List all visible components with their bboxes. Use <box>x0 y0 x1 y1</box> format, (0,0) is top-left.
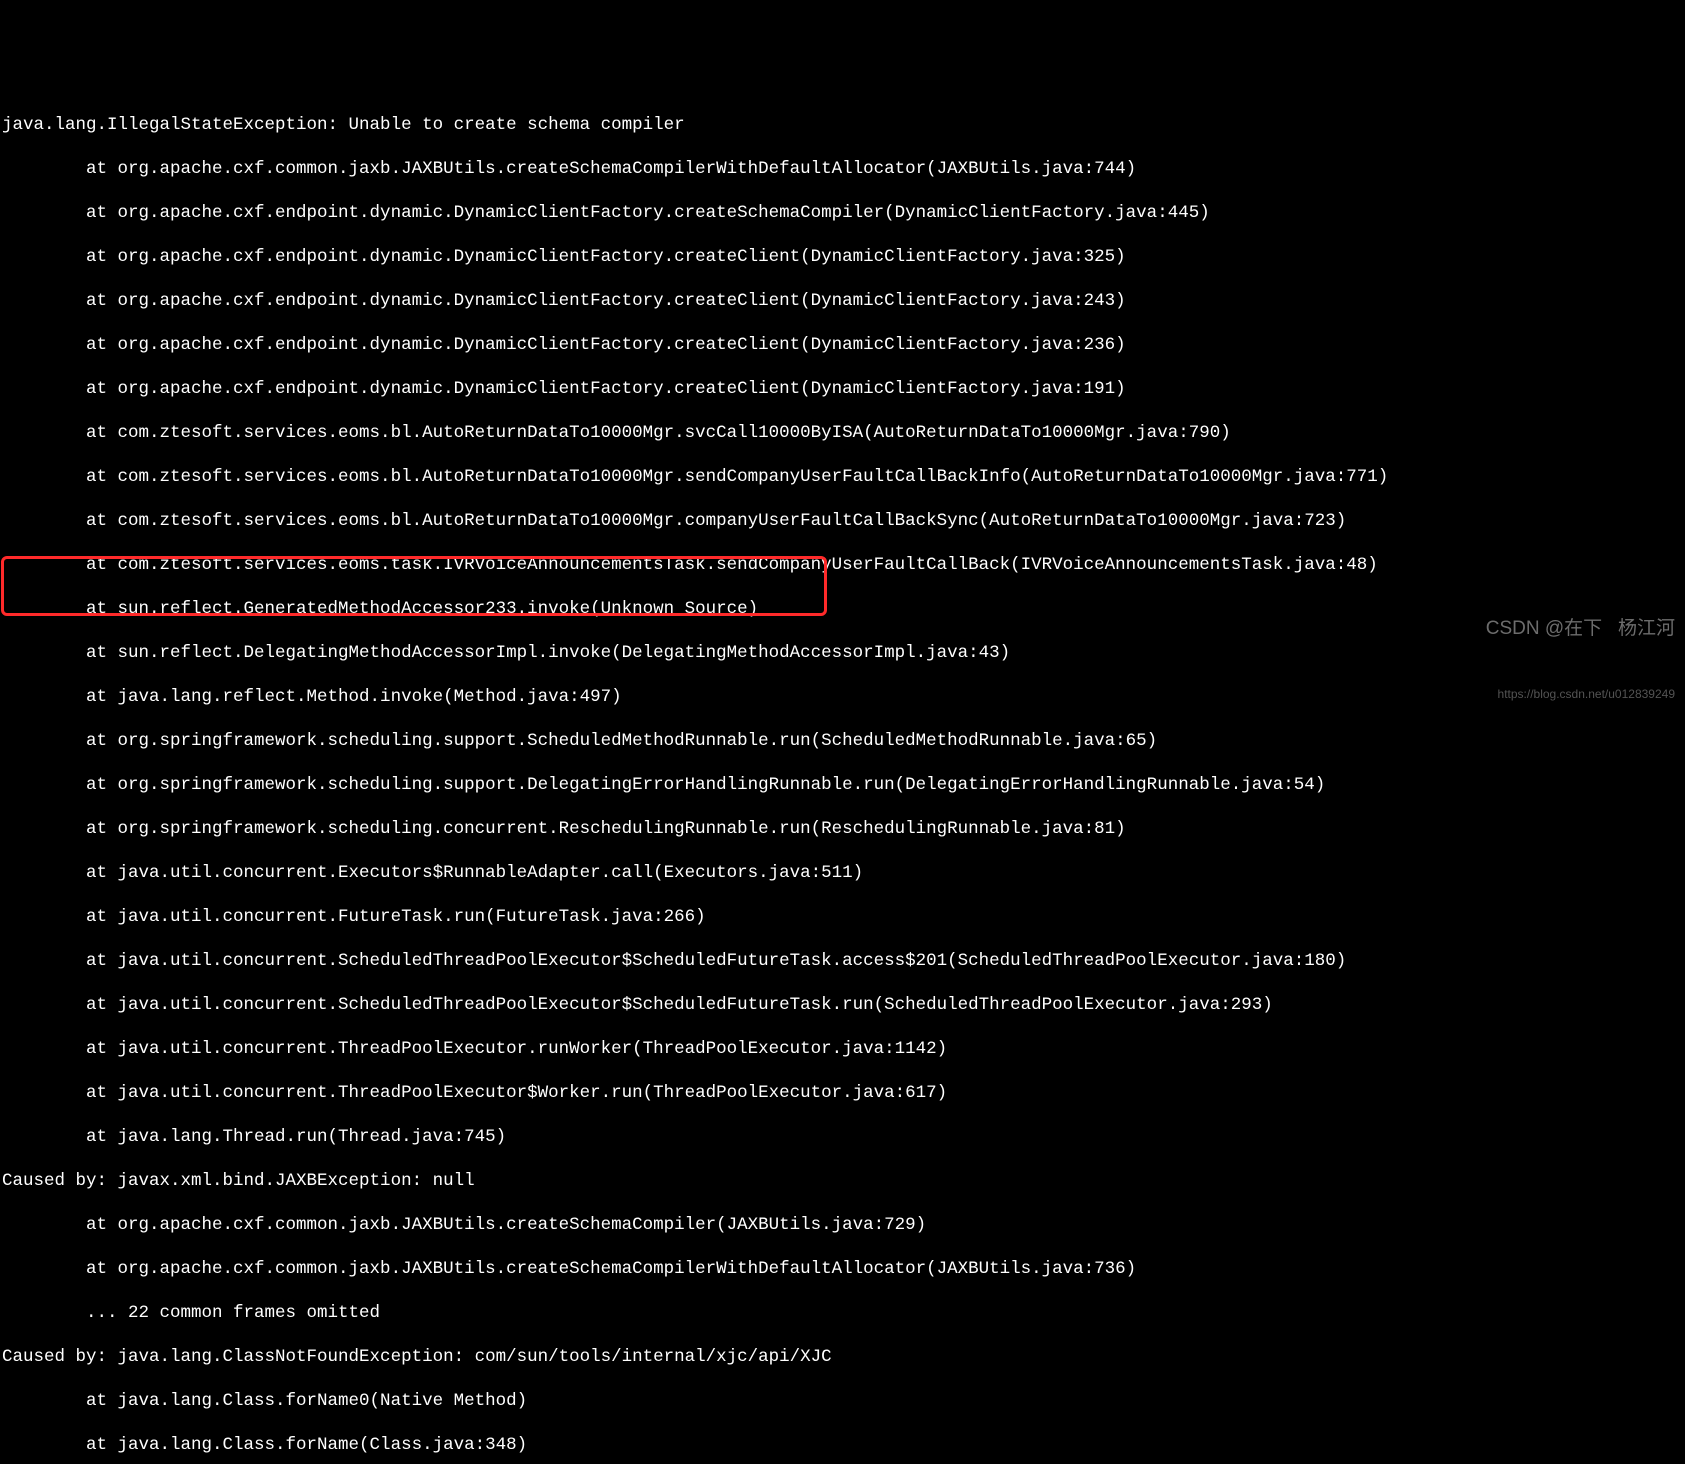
stack-frame: at org.apache.cxf.endpoint.dynamic.Dynam… <box>0 290 1685 312</box>
stack-frame: at org.apache.cxf.endpoint.dynamic.Dynam… <box>0 334 1685 356</box>
stack-frame: at com.ztesoft.services.eoms.bl.AutoRetu… <box>0 422 1685 444</box>
stack-frame: at org.apache.cxf.common.jaxb.JAXBUtils.… <box>0 158 1685 180</box>
stack-frame: at com.ztesoft.services.eoms.bl.AutoRetu… <box>0 510 1685 532</box>
stack-frame: at org.springframework.scheduling.suppor… <box>0 730 1685 752</box>
stack-frame: at org.apache.cxf.endpoint.dynamic.Dynam… <box>0 202 1685 224</box>
stack-frame: at java.util.concurrent.ScheduledThreadP… <box>0 950 1685 972</box>
stack-frame: at org.apache.cxf.common.jaxb.JAXBUtils.… <box>0 1214 1685 1236</box>
stack-frame: at org.apache.cxf.endpoint.dynamic.Dynam… <box>0 378 1685 400</box>
watermark-text: CSDN @在下 杨江河 <box>1486 618 1675 641</box>
stack-frame: at java.util.concurrent.ThreadPoolExecut… <box>0 1038 1685 1060</box>
stack-frame: ... 22 common frames omitted <box>0 1302 1685 1324</box>
caused-by-header: Caused by: javax.xml.bind.JAXBException:… <box>0 1170 1685 1192</box>
stack-frame: at java.util.concurrent.FutureTask.run(F… <box>0 906 1685 928</box>
stack-frame: at java.util.concurrent.Executors$Runnab… <box>0 862 1685 884</box>
stack-frame: at com.ztesoft.services.eoms.bl.AutoRetu… <box>0 466 1685 488</box>
exception-header: java.lang.IllegalStateException: Unable … <box>0 114 1685 136</box>
stack-frame: at sun.reflect.DelegatingMethodAccessorI… <box>0 642 1685 664</box>
watermark: CSDN @在下 杨江河 https://blog.csdn.net/u0128… <box>1486 573 1675 724</box>
stack-frame: at java.util.concurrent.ScheduledThreadP… <box>0 994 1685 1016</box>
stack-frame: at org.springframework.scheduling.concur… <box>0 818 1685 840</box>
stack-frame: at java.lang.Class.forName(Class.java:34… <box>0 1434 1685 1456</box>
stack-frame: at sun.reflect.GeneratedMethodAccessor23… <box>0 598 1685 620</box>
caused-by-header: Caused by: java.lang.ClassNotFoundExcept… <box>0 1346 1685 1368</box>
stack-frame: at org.apache.cxf.endpoint.dynamic.Dynam… <box>0 246 1685 268</box>
stack-frame: at java.lang.reflect.Method.invoke(Metho… <box>0 686 1685 708</box>
stack-frame: at java.lang.Class.forName0(Native Metho… <box>0 1390 1685 1412</box>
stack-frame: at org.apache.cxf.common.jaxb.JAXBUtils.… <box>0 1258 1685 1280</box>
stack-frame: at org.springframework.scheduling.suppor… <box>0 774 1685 796</box>
stack-frame: at com.ztesoft.services.eoms.task.IVRVoi… <box>0 554 1685 576</box>
stack-frame: at java.util.concurrent.ThreadPoolExecut… <box>0 1082 1685 1104</box>
watermark-url: https://blog.csdn.net/u012839249 <box>1486 687 1675 701</box>
terminal-output[interactable]: java.lang.IllegalStateException: Unable … <box>0 92 1685 1464</box>
stack-frame: at java.lang.Thread.run(Thread.java:745) <box>0 1126 1685 1148</box>
